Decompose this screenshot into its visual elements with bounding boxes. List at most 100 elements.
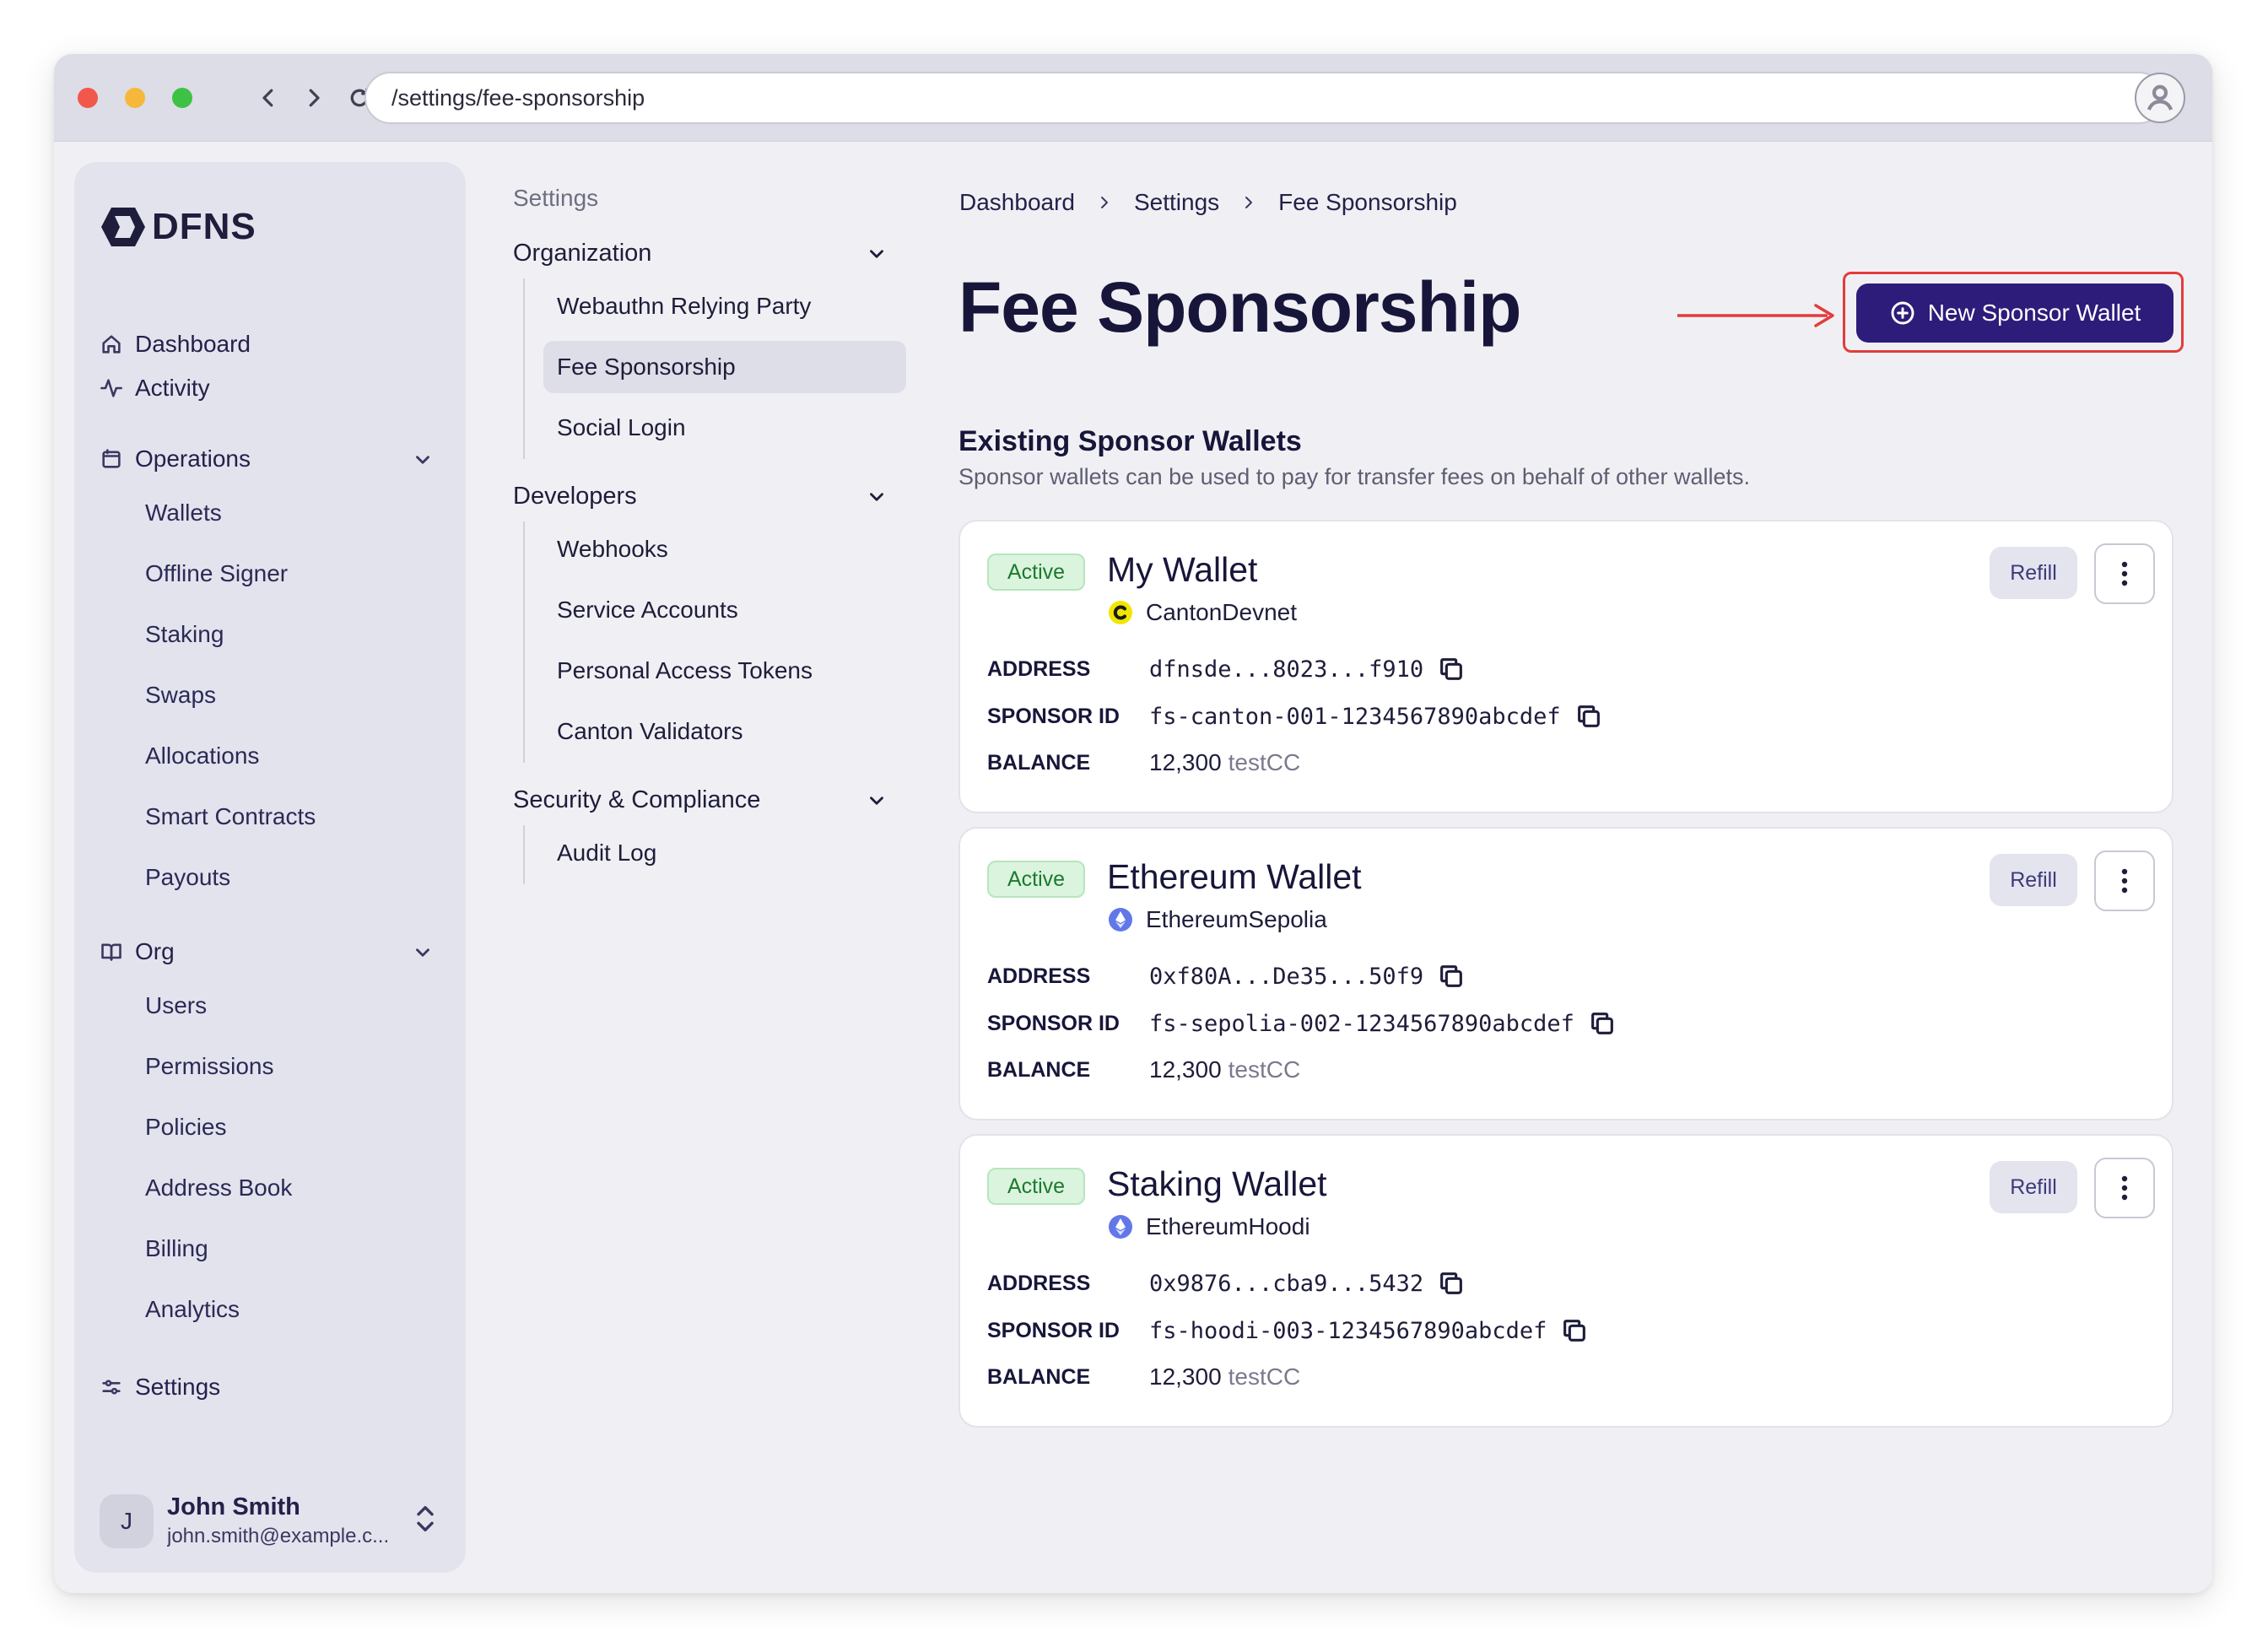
annotation-arrow-icon bbox=[1677, 304, 1834, 327]
settings-group-security-compliance[interactable]: Security & Compliance bbox=[513, 786, 760, 814]
balance-value: 12,300 bbox=[1149, 1364, 1222, 1390]
chevron-down-icon[interactable] bbox=[412, 942, 434, 964]
ethereum-icon bbox=[1109, 908, 1132, 932]
address-row: ADDRESS dfnsde...8023...f910 bbox=[987, 655, 1466, 683]
balance-value: 12,300 bbox=[1149, 1056, 1222, 1083]
refill-button[interactable]: Refill bbox=[1990, 547, 2077, 599]
browser-toolbar: /settings/fee-sponsorship bbox=[54, 54, 2212, 142]
sponsor-wallet-card: Active My Wallet CantonDevnet Refill ADD… bbox=[958, 520, 2174, 813]
chevron-down-icon[interactable] bbox=[866, 790, 888, 816]
sponsor-id-row: SPONSOR ID fs-sepolia-002-1234567890abcd… bbox=[987, 1009, 1617, 1038]
sidebar-item-operations[interactable]: Operations bbox=[100, 446, 251, 472]
close-window-button[interactable] bbox=[78, 88, 98, 108]
settings-group-organization[interactable]: Organization bbox=[513, 240, 651, 267]
settings-item-webhooks[interactable]: Webhooks bbox=[543, 523, 906, 575]
new-sponsor-wallet-label: New Sponsor Wallet bbox=[1927, 300, 2141, 326]
sidebar-item-activity[interactable]: Activity bbox=[100, 375, 210, 402]
settings-item-webauthn[interactable]: Webauthn Relying Party bbox=[543, 280, 906, 332]
sponsor-wallet-card: Active Staking Wallet EthereumHoodi Refi… bbox=[958, 1134, 2174, 1428]
maximize-window-button[interactable] bbox=[172, 88, 192, 108]
balance-unit: testCC bbox=[1228, 1056, 1301, 1083]
sidebar-item-label: Org bbox=[135, 938, 175, 964]
breadcrumb-settings[interactable]: Settings bbox=[1134, 189, 1219, 216]
copy-icon[interactable] bbox=[1437, 962, 1466, 991]
settings-item-fee-sponsorship[interactable]: Fee Sponsorship bbox=[543, 341, 906, 393]
breadcrumb-dashboard[interactable]: Dashboard bbox=[959, 189, 1075, 216]
balance-label: BALANCE bbox=[987, 1364, 1091, 1389]
copy-icon[interactable] bbox=[1560, 1316, 1589, 1345]
network-name: EthereumSepolia bbox=[1146, 906, 1327, 932]
activity-icon bbox=[100, 379, 122, 397]
sponsor-id-label: SPONSOR ID bbox=[987, 1011, 1120, 1035]
sponsor-wallet-card: Active Ethereum Wallet EthereumSepolia R… bbox=[958, 827, 2174, 1120]
sidebar-item-wallets[interactable]: Wallets bbox=[145, 500, 222, 526]
dfns-logo[interactable]: DFNS bbox=[100, 206, 256, 248]
balance-label: BALANCE bbox=[987, 750, 1091, 775]
sidebar-item-address-book[interactable]: Address Book bbox=[145, 1174, 292, 1202]
chevron-down-icon[interactable] bbox=[412, 449, 434, 471]
address-row: ADDRESS 0xf80A...De35...50f9 bbox=[987, 962, 1466, 991]
sidebar-item-label: Activity bbox=[135, 375, 210, 401]
copy-icon[interactable] bbox=[1588, 1009, 1617, 1038]
sidebar-item-permissions[interactable]: Permissions bbox=[145, 1053, 273, 1080]
nav-divider bbox=[523, 521, 525, 763]
settings-group-developers[interactable]: Developers bbox=[513, 483, 637, 510]
sponsor-id-value: fs-canton-001-1234567890abcdef bbox=[1149, 703, 1561, 730]
sidebar-item-policies[interactable]: Policies bbox=[145, 1114, 226, 1141]
refill-button[interactable]: Refill bbox=[1990, 854, 2077, 906]
sidebar-item-allocations[interactable]: Allocations bbox=[145, 742, 259, 770]
copy-icon[interactable] bbox=[1574, 702, 1603, 731]
plus-circle-icon bbox=[1891, 301, 1914, 325]
wallet-network: EthereumSepolia bbox=[1107, 906, 1327, 933]
sidebar-item-offline-signer[interactable]: Offline Signer bbox=[145, 560, 288, 587]
more-options-icon[interactable] bbox=[2094, 543, 2155, 604]
url-bar[interactable]: /settings/fee-sponsorship bbox=[364, 72, 2165, 124]
forward-icon[interactable] bbox=[297, 81, 331, 115]
sidebar-item-org[interactable]: Org bbox=[100, 938, 175, 965]
sidebar-item-payouts[interactable]: Payouts bbox=[145, 864, 230, 891]
sidebar-item-billing[interactable]: Billing bbox=[145, 1235, 208, 1262]
user-menu[interactable]: J John Smith john.smith@example.c... bbox=[100, 1493, 397, 1548]
sidebar-item-dashboard[interactable]: Dashboard bbox=[100, 331, 251, 358]
book-icon bbox=[101, 943, 122, 961]
sidebar-item-settings[interactable]: Settings bbox=[100, 1374, 220, 1401]
more-options-icon[interactable] bbox=[2094, 1158, 2155, 1218]
new-sponsor-wallet-button[interactable]: New Sponsor Wallet bbox=[1856, 284, 2174, 343]
sidebar-item-users[interactable]: Users bbox=[145, 992, 207, 1019]
settings-item-social-login[interactable]: Social Login bbox=[543, 402, 906, 454]
copy-icon[interactable] bbox=[1437, 655, 1466, 683]
chevron-down-icon[interactable] bbox=[866, 243, 888, 269]
settings-item-service-accounts[interactable]: Service Accounts bbox=[543, 584, 906, 636]
sidebar-item-swaps[interactable]: Swaps bbox=[145, 682, 216, 709]
chevron-down-icon[interactable] bbox=[866, 486, 888, 512]
sidebar-item-label: Settings bbox=[135, 1374, 221, 1400]
sidebar-item-staking[interactable]: Staking bbox=[145, 621, 224, 648]
avatar: J bbox=[100, 1493, 154, 1548]
minimize-window-button[interactable] bbox=[125, 88, 145, 108]
more-options-icon[interactable] bbox=[2094, 850, 2155, 911]
copy-icon[interactable] bbox=[1437, 1269, 1466, 1298]
logo-text: DFNS bbox=[152, 206, 256, 247]
section-description: Sponsor wallets can be used to pay for t… bbox=[958, 464, 1751, 489]
nav-divider bbox=[523, 825, 525, 884]
balance-label: BALANCE bbox=[987, 1057, 1091, 1082]
address-value: 0xf80A...De35...50f9 bbox=[1149, 963, 1424, 990]
settings-item-audit-log[interactable]: Audit Log bbox=[543, 827, 906, 879]
wallet-name: Ethereum Wallet bbox=[1107, 857, 1362, 896]
chevron-up-down-icon[interactable] bbox=[413, 1502, 437, 1540]
sidebar-item-analytics[interactable]: Analytics bbox=[145, 1296, 240, 1323]
sidebar-item-smart-contracts[interactable]: Smart Contracts bbox=[145, 803, 316, 830]
refill-button[interactable]: Refill bbox=[1990, 1161, 2077, 1213]
user-info: John Smith john.smith@example.c... bbox=[167, 1493, 397, 1548]
nav-divider bbox=[523, 278, 525, 459]
back-icon[interactable] bbox=[251, 81, 285, 115]
page-title: Fee Sponsorship bbox=[958, 267, 1521, 347]
settings-item-canton-validators[interactable]: Canton Validators bbox=[543, 705, 906, 758]
profile-icon[interactable] bbox=[2135, 73, 2185, 123]
sponsor-id-label: SPONSOR ID bbox=[987, 1318, 1120, 1342]
balance-row: BALANCE 12,300 testCC bbox=[987, 1056, 1300, 1083]
address-label: ADDRESS bbox=[987, 656, 1091, 681]
settings-nav-title: Settings bbox=[513, 185, 599, 211]
settings-item-personal-access-tokens[interactable]: Personal Access Tokens bbox=[543, 645, 906, 697]
chevron-right-icon bbox=[1241, 189, 1256, 216]
